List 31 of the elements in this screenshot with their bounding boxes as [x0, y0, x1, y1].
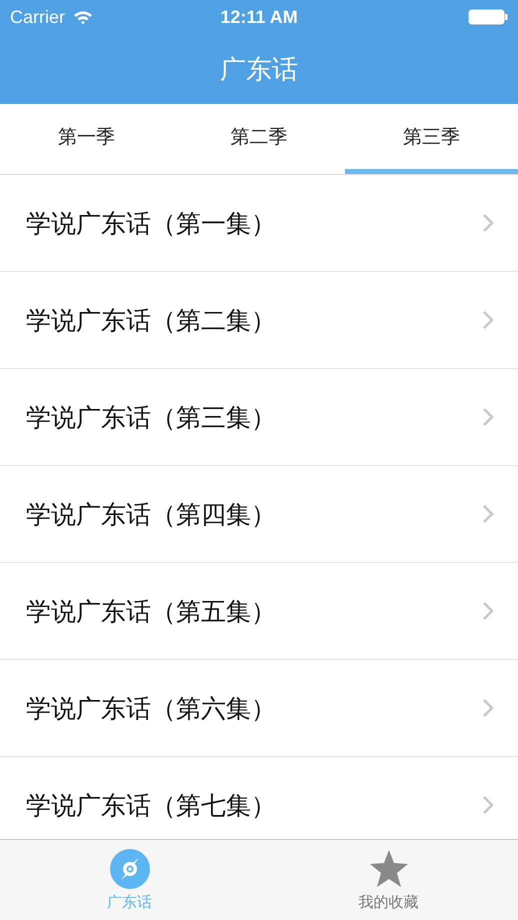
season-tab[interactable]: 第一季 [0, 104, 173, 174]
episode-title: 学说广东话（第六集） [26, 692, 276, 724]
episode-row[interactable]: 学说广东话（第一集） [0, 175, 518, 272]
episode-row[interactable]: 学说广东话（第二集） [0, 272, 518, 369]
episode-row[interactable]: 学说广东话（第五集） [0, 563, 518, 660]
season-tab[interactable]: 第三季 [345, 104, 518, 174]
chevron-icon [482, 601, 494, 621]
star-icon [368, 848, 408, 888]
status-time: 12:11 AM [220, 6, 298, 26]
episode-row[interactable]: 学说广东话（第三集） [0, 369, 518, 466]
chevron-icon [482, 213, 494, 233]
episode-title: 学说广东话（第七集） [26, 790, 276, 822]
episode-title: 学说广东话（第一集） [26, 208, 276, 240]
episode-title: 学说广东话（第三集） [26, 402, 276, 434]
disc-icon [110, 848, 150, 888]
tab-bar-item[interactable]: 我的收藏 [259, 840, 518, 920]
episode-row[interactable]: 学说广东话（第四集） [0, 466, 518, 563]
carrier-label: Carrier [10, 6, 66, 28]
chevron-icon [482, 310, 494, 330]
season-tab[interactable]: 第二季 [172, 104, 346, 174]
nav-title: 广东话 [220, 54, 298, 86]
wifi-icon [73, 10, 94, 24]
episode-title: 学说广东话（第二集） [26, 304, 276, 336]
chevron-icon [482, 698, 494, 718]
episode-title: 学说广东话（第五集） [26, 596, 276, 628]
chevron-icon [482, 795, 494, 815]
episode-title: 学说广东话（第四集） [26, 498, 276, 530]
chevron-icon [482, 504, 494, 524]
battery-icon [468, 9, 508, 25]
episode-row[interactable]: 学说广东话（第六集） [0, 660, 518, 757]
chevron-icon [482, 407, 494, 427]
